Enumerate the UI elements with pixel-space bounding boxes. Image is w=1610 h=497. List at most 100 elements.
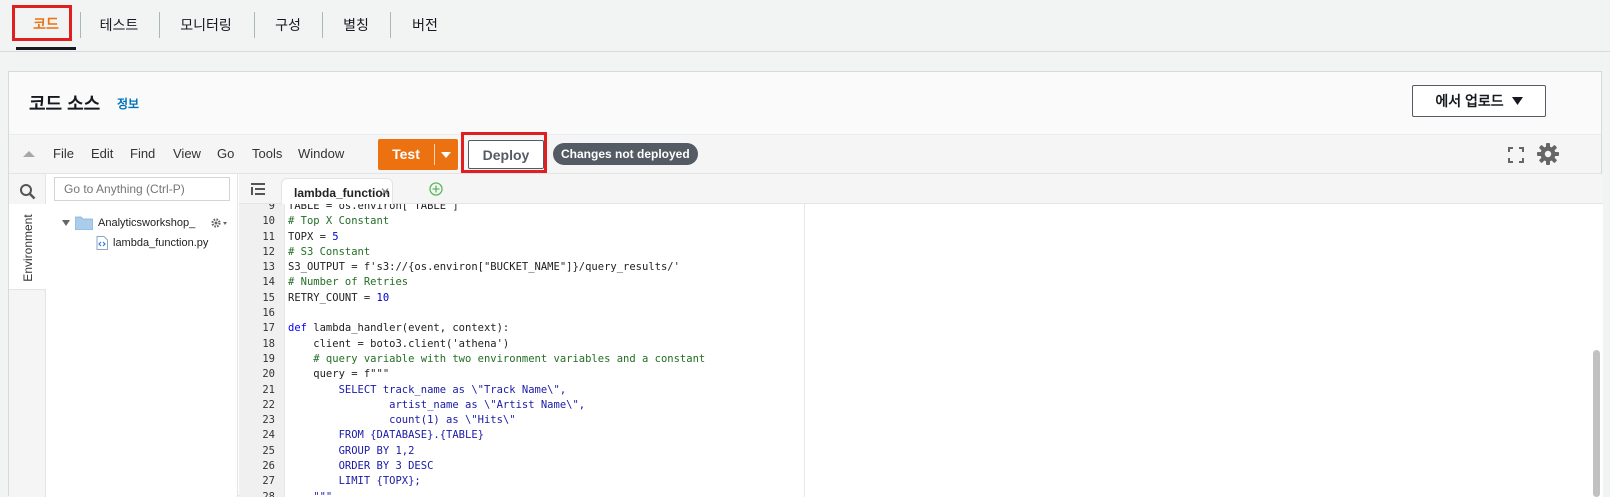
info-link[interactable]: 정보 — [117, 95, 139, 112]
code-token: lambda_handler(event, context): — [306, 322, 510, 335]
line-number: 23 — [262, 414, 275, 427]
line-number: 19 — [262, 352, 275, 365]
code-line: 20 query = f""" — [239, 367, 1603, 382]
code-text: query = f""" — [288, 367, 389, 382]
code-text: SELECT track_name as \"Track Name\", — [288, 383, 567, 398]
tab-aliases[interactable]: 별칭 — [326, 0, 386, 50]
code-token: count(1) as \"Hits\" — [288, 414, 516, 427]
code-token: # Top X Constant — [288, 215, 390, 228]
code-text: FROM {DATABASE}.{TABLE} — [288, 428, 484, 443]
code-token: # query variable with two environment va… — [288, 352, 706, 365]
tree-file[interactable]: lambda_function.py — [96, 236, 208, 250]
code-line: 16 — [239, 306, 1603, 321]
folder-name: Analyticsworkshop_ — [98, 217, 196, 229]
tree-folder[interactable]: Analyticsworkshop_ — [62, 216, 228, 230]
environment-tab[interactable]: Environment — [9, 204, 46, 290]
code-token: FROM {DATABASE}.{TABLE} — [288, 429, 484, 442]
python-file-icon — [96, 236, 108, 250]
tab-separator — [254, 12, 255, 38]
code-text: RETRY_COUNT = 10 — [288, 291, 389, 306]
line-number: 9 — [268, 204, 275, 212]
editor-tab-lambda-function[interactable]: lambda_function ✕ — [281, 178, 393, 205]
goto-anything-input[interactable] — [54, 177, 230, 201]
code-token: 5 — [332, 230, 339, 243]
tab-list-icon[interactable] — [251, 183, 265, 195]
code-text: client = boto3.client('athena') — [288, 337, 509, 352]
code-token: TABLE = os.environ['TABLE'] — [288, 204, 459, 212]
fullscreen-icon[interactable] — [1508, 147, 1524, 163]
code-line: 14 # Number of Retries — [239, 275, 1603, 290]
menu-go[interactable]: Go — [217, 146, 234, 161]
caret-down-icon[interactable] — [441, 152, 451, 158]
line-number: 10 — [262, 215, 275, 228]
test-button[interactable]: Test — [378, 139, 458, 170]
code-text: def lambda_handler(event, context): — [288, 321, 509, 336]
line-number: 18 — [262, 337, 275, 350]
code-editor[interactable]: 9 TABLE = os.environ['TABLE'] 10 # Top X Co… — [239, 204, 1603, 497]
test-button-label: Test — [392, 146, 420, 162]
code-text: # Number of Retries — [288, 275, 408, 290]
gear-icon[interactable] — [1536, 142, 1560, 166]
code-text: S3_OUTPUT = f's3://{os.environ["BUCKET_N… — [288, 260, 680, 275]
search-icon[interactable] — [19, 183, 36, 200]
add-tab-icon[interactable] — [429, 182, 443, 196]
tab-versions[interactable]: 버전 — [394, 0, 456, 50]
code-line: 13 S3_OUTPUT = f's3://{os.environ["BUCKET… — [239, 260, 1603, 275]
menu-edit[interactable]: Edit — [91, 146, 113, 161]
code-text: LIMIT {TOPX}; — [288, 474, 421, 489]
line-number: 13 — [262, 261, 275, 274]
code-text: count(1) as \"Hits\" — [288, 413, 516, 428]
code-line: 15 RETRY_COUNT = 10 — [239, 291, 1603, 306]
expand-arrow-icon[interactable] — [62, 220, 70, 226]
code-token: SELECT track_name as \"Track Name\", — [288, 383, 567, 396]
menu-view[interactable]: View — [173, 146, 201, 161]
caret-down-icon — [1511, 97, 1523, 105]
code-line: 21 SELECT track_name as \"Track Name\", — [239, 383, 1603, 398]
code-line: 18 client = boto3.client('athena') — [239, 337, 1603, 352]
code-line: 22 artist_name as \"Artist Name\", — [239, 398, 1603, 413]
code-text: TOPX = 5 — [288, 230, 339, 245]
code-lines: 9 TABLE = os.environ['TABLE'] 10 # Top X Co… — [239, 204, 1603, 497]
menu-file[interactable]: File — [53, 146, 74, 161]
code-line: 10 # Top X Constant — [239, 214, 1603, 229]
menu-window[interactable]: Window — [298, 146, 344, 161]
code-text: artist_name as \"Artist Name\", — [288, 398, 585, 413]
code-line: 9 TABLE = os.environ['TABLE'] — [239, 204, 1603, 214]
code-line: 23 count(1) as \"Hits\" — [239, 413, 1603, 428]
line-number: 12 — [262, 245, 275, 258]
upload-from-button[interactable]: 에서 업로드 — [1412, 85, 1546, 117]
test-button-divider — [434, 144, 435, 165]
code-line: 11 TOPX = 5 — [239, 230, 1603, 245]
ide-toolbar: File Edit Find View Go Tools Window Test… — [9, 135, 1601, 174]
collapse-icon[interactable] — [23, 151, 35, 157]
close-icon[interactable]: ✕ — [380, 185, 390, 199]
editor-scrollbar[interactable] — [1593, 350, 1600, 497]
line-number: 16 — [262, 307, 275, 320]
menu-tools[interactable]: Tools — [252, 146, 282, 161]
code-token: artist_name as \"Artist Name\", — [288, 398, 586, 411]
code-token: LIMIT {TOPX}; — [288, 475, 421, 488]
upload-from-label: 에서 업로드 — [1435, 93, 1504, 109]
code-text: GROUP BY 1,2 — [288, 444, 415, 459]
line-number: 11 — [262, 230, 275, 243]
code-token: query = f""" — [288, 368, 390, 381]
code-line: 26 ORDER BY 3 DESC — [239, 459, 1603, 474]
code-token: TOPX = — [288, 230, 333, 243]
status-badge: Changes not deployed — [553, 143, 698, 165]
file-name: lambda_function.py — [113, 237, 209, 249]
code-source-panel: 코드 소스 정보 에서 업로드 File Edit Find View Go T… — [8, 71, 1603, 497]
code-token: GROUP BY 1,2 — [288, 444, 415, 457]
line-number: 15 — [262, 291, 275, 304]
folder-settings-icon[interactable] — [210, 217, 228, 229]
tab-monitoring[interactable]: 모니터링 — [163, 0, 249, 50]
code-line: 17 def lambda_handler(event, context): — [239, 321, 1603, 336]
menu-find[interactable]: Find — [130, 146, 155, 161]
line-number: 14 — [262, 276, 275, 289]
file-tree: Analyticsworkshop_ lambda_function.py — [46, 174, 238, 497]
code-text: TABLE = os.environ['TABLE'] — [288, 204, 459, 214]
tab-configuration[interactable]: 구성 — [258, 0, 318, 50]
code-line: 12 # S3 Constant — [239, 245, 1603, 260]
highlight-box-code-tab — [12, 5, 72, 41]
tab-bar: 코드 테스트 모니터링 구성 별칭 버전 — [0, 0, 1610, 52]
tab-test[interactable]: 테스트 — [84, 0, 154, 50]
